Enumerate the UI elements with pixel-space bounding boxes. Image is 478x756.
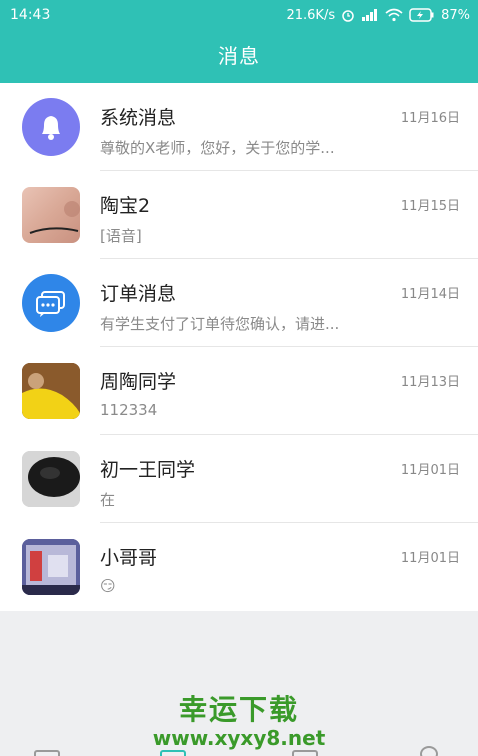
message-date: 11月16日 [400, 111, 460, 126]
avatar-photo [22, 451, 80, 507]
message-preview: 尊敬的X老师，您好，关于您的学... [100, 139, 335, 157]
message-row-orders[interactable]: 订单消息 11月14日 有学生支付了订单待您确认，请进... [0, 259, 478, 347]
message-date: 11月13日 [400, 375, 460, 390]
message-preview: 在 [100, 491, 116, 509]
message-row-xiaogege[interactable]: 小哥哥 11月01日 😏 [0, 523, 478, 611]
message-date: 11月01日 [400, 551, 460, 566]
message-sender: 系统消息 [100, 107, 177, 129]
message-date: 11月15日 [400, 199, 460, 214]
message-preview: 有学生支付了订单待您确认，请进... [100, 315, 340, 333]
message-list: 系统消息 11月16日 尊敬的X老师，您好，关于您的学... 陶宝2 11月15… [0, 83, 478, 611]
app-header: 14:43 21.6K/s 87% 消息 [0, 0, 478, 83]
avatar [22, 98, 80, 156]
message-preview: [语音] [100, 227, 142, 245]
avatar [22, 539, 80, 595]
signal-icon [362, 9, 378, 21]
message-sender: 周陶同学 [100, 371, 177, 393]
message-row-system[interactable]: 系统消息 11月16日 尊敬的X老师，您好，关于您的学... [0, 83, 478, 171]
avatar [22, 187, 80, 243]
status-indicators: 21.6K/s 87% [286, 8, 470, 23]
message-preview: 😏 [100, 577, 116, 595]
wifi-icon [385, 8, 403, 22]
message-sender: 初一王同学 [100, 459, 196, 481]
network-speed: 21.6K/s [286, 7, 336, 23]
battery-charging-icon [409, 8, 434, 22]
avatar [22, 451, 80, 507]
bell-icon [42, 116, 60, 140]
alarm-icon [342, 10, 354, 22]
message-sender: 陶宝2 [100, 195, 151, 217]
tab-icon-3[interactable] [292, 750, 318, 756]
message-preview: 112334 [100, 401, 158, 419]
battery-percent: 87% [441, 7, 470, 23]
message-row-zhoutao[interactable]: 周陶同学 11月13日 112334 [0, 347, 478, 435]
page-title: 消息 [218, 44, 260, 68]
message-date: 11月14日 [400, 287, 460, 302]
avatar [22, 274, 80, 332]
avatar-photo [22, 363, 80, 419]
tab-icon-1[interactable] [34, 750, 60, 756]
watermark-title: 幸运下载 [178, 693, 299, 726]
avatar-photo [22, 539, 80, 595]
message-sender: 订单消息 [100, 283, 177, 305]
bottom-tab-bar [0, 746, 478, 756]
message-row-taobao[interactable]: 陶宝2 11月15日 [语音] [0, 171, 478, 259]
avatar [22, 363, 80, 419]
tab-icon-2[interactable] [160, 750, 186, 756]
status-time: 14:43 [10, 7, 51, 23]
message-date: 11月01日 [400, 463, 460, 478]
watermark-url: www.xyxy8.net [152, 726, 326, 750]
chat-icon [36, 291, 65, 317]
status-bar: 14:43 21.6K/s 87% [0, 0, 478, 30]
avatar-photo [29, 201, 80, 234]
message-sender: 小哥哥 [100, 547, 158, 569]
message-row-wang[interactable]: 初一王同学 11月01日 在 [0, 435, 478, 523]
tab-icon-4[interactable] [420, 746, 438, 756]
